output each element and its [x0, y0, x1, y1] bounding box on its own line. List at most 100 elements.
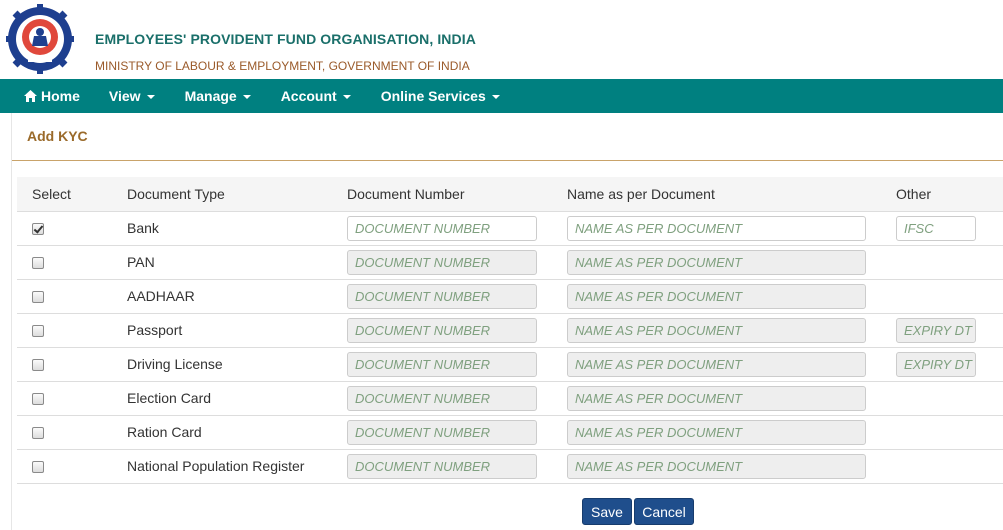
other-cell: EXPIRY DT — [896, 347, 1003, 382]
main-content: Add KYC Select Document Type Document Nu… — [11, 113, 1003, 530]
name-cell: NAME AS PER DOCUMENT — [567, 415, 896, 450]
document-number-input[interactable]: DOCUMENT NUMBER — [347, 283, 537, 309]
select-cell — [17, 415, 127, 450]
ifsc-input[interactable]: IFSC — [896, 215, 976, 241]
other-cell: IFSC — [896, 211, 1003, 246]
cancel-button[interactable]: Cancel — [634, 498, 694, 525]
document-number-cell: DOCUMENT NUMBER — [347, 211, 567, 246]
nav-account-label: Account — [280, 88, 337, 104]
document-type-label: PAN — [127, 245, 347, 280]
table-row: Driving License DOCUMENT NUMBER NAME AS PE… — [17, 347, 1003, 382]
main-navbar: Home View Manage Account Online Services — [0, 79, 1003, 113]
page-title: Add KYC — [27, 128, 88, 144]
name-as-per-document-input[interactable]: NAME AS PER DOCUMENT — [567, 453, 866, 479]
name-as-per-document-input[interactable]: NAME AS PER DOCUMENT — [567, 215, 866, 241]
document-number-input[interactable]: DOCUMENT NUMBER — [347, 351, 537, 377]
nav-account[interactable]: Account — [281, 79, 351, 113]
name-as-per-document-input[interactable]: NAME AS PER DOCUMENT — [567, 351, 866, 377]
table-row: AADHAAR DOCUMENT NUMBER NAME AS PER DOCUME… — [17, 279, 1003, 314]
document-type-label: Driving License — [127, 347, 347, 382]
other-cell — [896, 279, 1003, 314]
document-number-input[interactable]: DOCUMENT NUMBER — [347, 317, 537, 343]
document-type-label: Passport — [127, 313, 347, 348]
document-type-label: Bank — [127, 211, 347, 246]
column-header-document-type: Document Type — [127, 177, 347, 212]
document-number-input[interactable]: DOCUMENT NUMBER — [347, 453, 537, 479]
column-header-other: Other — [896, 177, 1003, 212]
expiry-date-input[interactable]: EXPIRY DT — [896, 351, 976, 377]
document-number-cell: DOCUMENT NUMBER — [347, 245, 567, 280]
home-icon — [24, 90, 37, 102]
document-number-input[interactable]: DOCUMENT NUMBER — [347, 215, 537, 241]
select-checkbox[interactable] — [32, 257, 44, 270]
caret-down-icon — [491, 95, 500, 99]
name-cell: NAME AS PER DOCUMENT — [567, 211, 896, 246]
select-checkbox[interactable] — [32, 393, 44, 406]
document-number-input[interactable]: DOCUMENT NUMBER — [347, 385, 537, 411]
document-number-cell: DOCUMENT NUMBER — [347, 449, 567, 484]
select-cell — [17, 313, 127, 348]
document-type-label: National Population Register — [127, 449, 347, 484]
nav-manage-label: Manage — [184, 88, 237, 104]
name-as-per-document-input[interactable]: NAME AS PER DOCUMENT — [567, 385, 866, 411]
document-number-cell: DOCUMENT NUMBER — [347, 279, 567, 314]
other-cell: EXPIRY DT — [896, 313, 1003, 348]
table-row: Ration Card DOCUMENT NUMBER NAME AS PER DO… — [17, 415, 1003, 450]
ministry-name: MINISTRY OF LABOUR & EMPLOYMENT, GOVERNM… — [95, 59, 470, 73]
name-cell: NAME AS PER DOCUMENT — [567, 279, 896, 314]
document-type-label: Election Card — [127, 381, 347, 416]
document-number-cell: DOCUMENT NUMBER — [347, 415, 567, 450]
other-cell — [896, 245, 1003, 280]
select-cell — [17, 245, 127, 280]
column-header-document-number: Document Number — [347, 177, 567, 212]
epfo-emblem-icon — [6, 4, 74, 74]
nav-home[interactable]: Home — [24, 79, 80, 113]
table-row: PAN DOCUMENT NUMBER NAME AS PER DOCUMENT — [17, 245, 1003, 280]
table-header-row: Select Document Type Document Number Nam… — [17, 177, 1003, 212]
name-as-per-document-input[interactable]: NAME AS PER DOCUMENT — [567, 249, 866, 275]
name-as-per-document-input[interactable]: NAME AS PER DOCUMENT — [567, 317, 866, 343]
other-cell — [896, 381, 1003, 416]
select-checkbox[interactable] — [32, 461, 44, 474]
document-number-cell: DOCUMENT NUMBER — [347, 347, 567, 382]
expiry-date-input[interactable]: EXPIRY DT — [896, 317, 976, 343]
nav-online-services-label: Online Services — [380, 88, 486, 104]
select-checkbox[interactable] — [32, 325, 44, 338]
document-type-label: Ration Card — [127, 415, 347, 450]
nav-manage[interactable]: Manage — [185, 79, 251, 113]
column-header-name: Name as per Document — [567, 177, 896, 212]
nav-view-label: View — [108, 88, 141, 104]
document-number-cell: DOCUMENT NUMBER — [347, 381, 567, 416]
column-header-select: Select — [17, 177, 127, 212]
select-checkbox[interactable] — [32, 427, 44, 440]
table-row: Election Card DOCUMENT NUMBER NAME AS PER … — [17, 381, 1003, 416]
table-row: Bank DOCUMENT NUMBER NAME AS PER DOCUMENT I… — [17, 211, 1003, 246]
caret-down-icon — [242, 95, 251, 99]
nav-home-label: Home — [41, 88, 80, 104]
nav-view[interactable]: View — [109, 79, 155, 113]
select-checkbox[interactable] — [32, 223, 44, 236]
name-cell: NAME AS PER DOCUMENT — [567, 313, 896, 348]
org-name: EMPLOYEES' PROVIDENT FUND ORGANISATION, … — [95, 31, 476, 47]
select-checkbox[interactable] — [32, 359, 44, 372]
other-cell — [896, 449, 1003, 484]
title-divider — [12, 160, 1003, 161]
select-checkbox[interactable] — [32, 291, 44, 304]
name-cell: NAME AS PER DOCUMENT — [567, 347, 896, 382]
document-number-input[interactable]: DOCUMENT NUMBER — [347, 419, 537, 445]
select-cell — [17, 279, 127, 314]
name-as-per-document-input[interactable]: NAME AS PER DOCUMENT — [567, 419, 866, 445]
document-type-label: AADHAAR — [127, 279, 347, 314]
table-row: Passport DOCUMENT NUMBER NAME AS PER DOCUM… — [17, 313, 1003, 348]
caret-down-icon — [146, 95, 155, 99]
site-header: EMPLOYEES' PROVIDENT FUND ORGANISATION, … — [0, 0, 1003, 79]
nav-online-services[interactable]: Online Services — [381, 79, 500, 113]
table-row: National Population Register DOCUMENT NUM… — [17, 449, 1003, 484]
document-number-input[interactable]: DOCUMENT NUMBER — [347, 249, 537, 275]
select-cell — [17, 211, 127, 246]
name-cell: NAME AS PER DOCUMENT — [567, 381, 896, 416]
name-as-per-document-input[interactable]: NAME AS PER DOCUMENT — [567, 283, 866, 309]
save-button[interactable]: Save — [582, 498, 632, 525]
name-cell: NAME AS PER DOCUMENT — [567, 245, 896, 280]
kyc-table: Select Document Type Document Number Nam… — [17, 177, 1003, 484]
